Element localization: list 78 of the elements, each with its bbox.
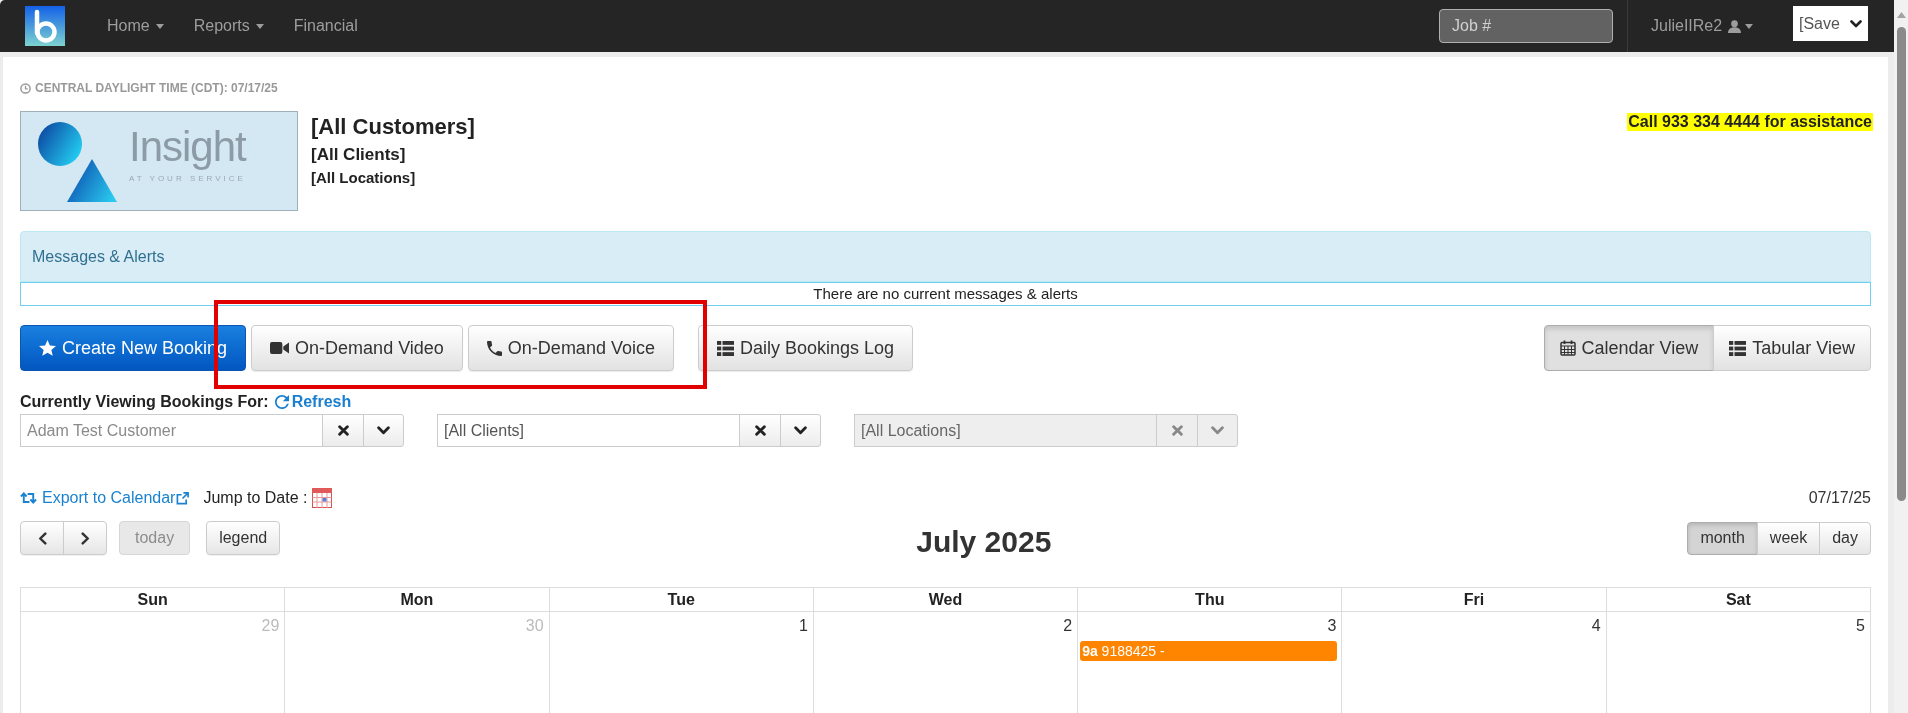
weekday-header: Tue <box>549 588 814 612</box>
legend-button[interactable]: legend <box>206 521 281 555</box>
previous-button[interactable] <box>20 521 64 555</box>
clear-button[interactable] <box>739 414 781 447</box>
client-name: [All Clients] <box>311 145 407 165</box>
nav-menu-item[interactable]: Financial <box>278 16 373 36</box>
scrollbar-thumb[interactable] <box>1896 27 1906 501</box>
logo-wordmark: Insight <box>129 124 246 170</box>
timezone-label: CENTRAL DAYLIGHT TIME (CDT): 07/17/25 <box>35 80 278 96</box>
day-number: 2 <box>1063 616 1074 635</box>
chevron-left-icon <box>37 531 47 545</box>
calendar-title: July 2025 <box>916 525 1052 559</box>
assistance-notice: Call 933 334 4444 for assistance <box>1627 113 1873 131</box>
retweet-icon <box>20 492 37 504</box>
chevron-down-icon <box>794 426 807 435</box>
chevron-down-icon <box>377 426 390 435</box>
calendar-icon <box>1559 340 1576 356</box>
logo-icon <box>25 6 65 46</box>
jump-to-date-label: Jump to Date : <box>203 488 308 508</box>
current-date: 07/17/25 <box>1808 488 1871 508</box>
view-tab[interactable]: Tabular View <box>1713 325 1871 371</box>
export-link[interactable]: Export to Calendar <box>20 488 190 508</box>
empty-message: There are no current messages & alerts <box>20 282 1871 306</box>
caret-icon <box>1745 23 1754 29</box>
weekday-header: Sun <box>21 588 286 612</box>
scrollbar[interactable] <box>1894 0 1908 713</box>
job-search-field[interactable]: Job # <box>1439 9 1613 43</box>
x-icon <box>754 425 766 436</box>
day-number: 5 <box>1856 616 1866 635</box>
clear-button[interactable] <box>322 414 364 447</box>
action-button[interactable]: On-Demand Video <box>251 325 463 371</box>
view-switch-tab[interactable]: week <box>1756 521 1821 555</box>
view-switch-tab[interactable]: day <box>1819 521 1871 555</box>
list-icon <box>1729 340 1747 356</box>
refresh-link[interactable]: Refresh <box>274 392 352 412</box>
list-icon <box>716 340 734 356</box>
view-switch-tab[interactable]: month <box>1687 521 1758 555</box>
day-number: 3 <box>1327 616 1338 635</box>
weekday-header: Thu <box>1078 588 1343 612</box>
action-button[interactable]: Daily Bookings Log <box>697 325 914 371</box>
user-icon <box>1728 19 1742 33</box>
external-link-icon <box>176 491 190 505</box>
x-icon <box>337 425 349 436</box>
day-number: 30 <box>525 616 545 635</box>
day-number: 4 <box>1591 616 1602 635</box>
select-field[interactable]: Adam Test Customer <box>20 414 323 447</box>
refresh-icon <box>274 395 289 409</box>
panel-heading: Messages & Alerts <box>20 231 1871 282</box>
nav-menu-item[interactable]: Home <box>92 16 179 36</box>
customer-name: [All Customers] <box>311 114 475 140</box>
next-button[interactable] <box>63 521 107 555</box>
video-camera-icon <box>270 341 290 355</box>
day-number: 29 <box>261 616 281 635</box>
select-field[interactable]: [All Clients] <box>437 414 740 447</box>
phone-icon <box>486 340 502 356</box>
action-button[interactable]: On-Demand Voice <box>467 325 674 371</box>
weekday-header: Wed <box>813 588 1079 612</box>
logo-mark-icon <box>38 122 117 202</box>
x-icon <box>1171 425 1183 436</box>
chevron-right-icon <box>80 531 90 545</box>
star-icon <box>39 340 56 356</box>
date-picker-icon[interactable] <box>312 488 333 508</box>
user-menu[interactable]: JulieIIRe2 <box>1628 16 1754 36</box>
chevron-down-icon <box>1211 426 1224 435</box>
saved-select[interactable]: [Save <box>1793 6 1868 41</box>
weekday-header: Sat <box>1606 588 1871 612</box>
weekday-header: Mon <box>285 588 550 612</box>
scroll-up-icon <box>1896 12 1906 18</box>
dropdown-button[interactable] <box>363 414 404 447</box>
view-tab[interactable]: Calendar View <box>1543 325 1715 371</box>
chevron-down-icon <box>1850 19 1862 28</box>
day-number: 1 <box>798 616 809 635</box>
nav-menu-item[interactable]: Reports <box>178 16 279 36</box>
clock-icon <box>20 82 31 94</box>
filters-label: Currently Viewing Bookings For: <box>20 392 269 412</box>
location-name: [All Locations] <box>311 169 417 187</box>
weekday-header: Fri <box>1342 588 1607 612</box>
dropdown-button[interactable] <box>780 414 821 447</box>
